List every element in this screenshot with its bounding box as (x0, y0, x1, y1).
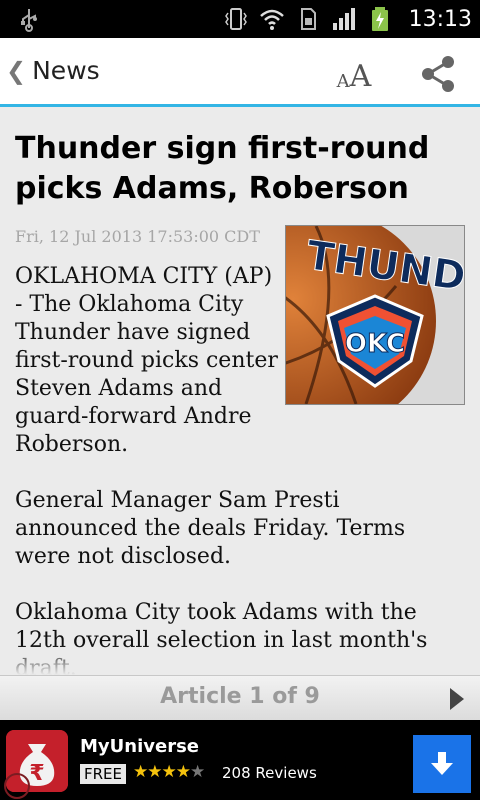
pager-label: Article 1 of 9 (160, 684, 320, 709)
article-headline: Thunder sign first-round picks Adams, Ro… (15, 131, 430, 206)
wifi-icon (259, 9, 284, 30)
price-badge: FREE (80, 764, 127, 784)
star-empty-icon: ★ (190, 762, 205, 782)
article-pager: Article 1 of 9 (0, 675, 480, 720)
star-icon: ★ (147, 762, 162, 782)
article-paragraph: General Manager Sam Presti announced the… (15, 488, 406, 569)
ad-app-name: MyUniverse (80, 736, 199, 757)
star-icon: ★ (175, 762, 191, 782)
review-count: 208 Reviews (222, 764, 317, 782)
vibrate-icon (224, 8, 247, 30)
play-right-icon[interactable] (447, 686, 467, 712)
font-size-icon: A (336, 71, 350, 92)
signal-icon (332, 8, 355, 30)
article-paragraph: OKLAHOMA CITY (AP) - The Oklahoma City T… (15, 264, 278, 457)
download-icon (431, 752, 453, 775)
star-icon: ★ (161, 762, 177, 782)
scroll-fade (0, 645, 480, 675)
usb-icon (21, 9, 37, 32)
article-date: Fri, 12 Jul 2013 17:53:00 CDT (15, 227, 260, 246)
share-icon[interactable] (418, 54, 458, 94)
status-bar: 13:13 (0, 0, 480, 38)
font-size-icon-large: A (349, 59, 372, 94)
back-button[interactable]: ❮ News (6, 56, 100, 85)
rating-stars: ★★★★★ (133, 762, 205, 782)
font-size-button[interactable]: AA (330, 52, 378, 94)
action-bar: ❮ News AA (0, 38, 480, 107)
svg-text:₹: ₹ (29, 761, 44, 786)
download-button[interactable] (413, 735, 471, 793)
ad-banner[interactable]: ₹ MyUniverse FREE ★★★★★ 208 Reviews (0, 720, 480, 800)
section-title: News (32, 56, 100, 85)
article-view[interactable]: Thunder sign first-round picks Adams, Ro… (0, 107, 480, 675)
chevron-left-icon: ❮ (6, 56, 27, 85)
clock: 13:13 (408, 6, 472, 32)
adchoices-icon[interactable] (4, 773, 30, 799)
star-icon: ★ (133, 762, 148, 782)
sim-icon (300, 8, 316, 30)
battery-charging-icon (371, 7, 388, 31)
article-body: OKLAHOMA CITY (AP) - The Oklahoma City T… (15, 263, 465, 675)
